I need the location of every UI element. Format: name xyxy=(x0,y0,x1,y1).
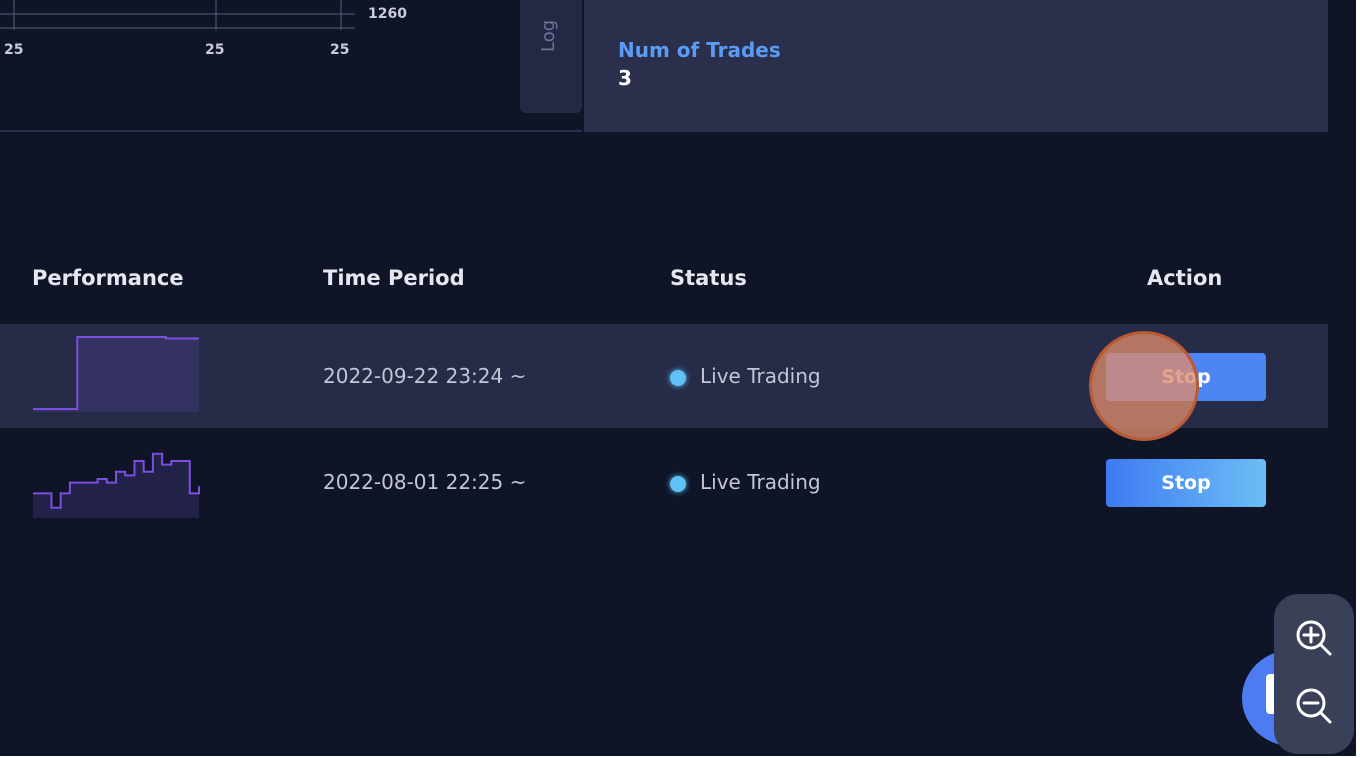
app-viewport: 1260 25 25 25 Log Num of Trades 3 Perfor… xyxy=(0,0,1356,756)
log-tab-label: Log xyxy=(538,19,559,52)
status-live-icon xyxy=(670,370,686,386)
click-indicator xyxy=(1089,331,1199,441)
time-period-cell: 2022-09-22 23:24 ~ xyxy=(323,364,527,388)
time-period-cell: 2022-08-01 22:25 ~ xyxy=(323,470,527,494)
performance-sparkline xyxy=(33,452,200,518)
header-performance: Performance xyxy=(32,266,184,290)
chart-x-tick: 25 xyxy=(205,42,225,58)
status-live-icon xyxy=(670,476,686,492)
header-action: Action xyxy=(1147,266,1223,290)
num-trades-label: Num of Trades xyxy=(618,38,781,62)
num-trades-value: 3 xyxy=(618,66,632,90)
chart-y-tick: 1260 xyxy=(368,6,407,22)
stop-button[interactable]: Stop xyxy=(1106,459,1266,507)
zoom-in-icon[interactable] xyxy=(1294,618,1334,658)
chart-grid xyxy=(0,0,355,30)
header-time-period: Time Period xyxy=(323,266,465,290)
chart-x-tick: 25 xyxy=(4,42,24,58)
sparkline-area xyxy=(33,337,199,412)
status-cell: Live Trading xyxy=(700,364,821,388)
log-tab[interactable]: Log xyxy=(520,0,582,113)
chart-x-tick: 25 xyxy=(330,42,350,58)
status-cell: Live Trading xyxy=(700,470,821,494)
zoom-control xyxy=(1274,594,1354,754)
performance-sparkline xyxy=(33,336,199,412)
price-chart: 1260 25 25 25 xyxy=(0,0,582,132)
stats-panel: Num of Trades 3 xyxy=(584,0,1328,132)
zoom-out-icon[interactable] xyxy=(1294,686,1334,726)
table-row: 2022-08-01 22:25 ~ Live Trading Stop xyxy=(0,430,1328,534)
header-status: Status xyxy=(670,266,747,290)
